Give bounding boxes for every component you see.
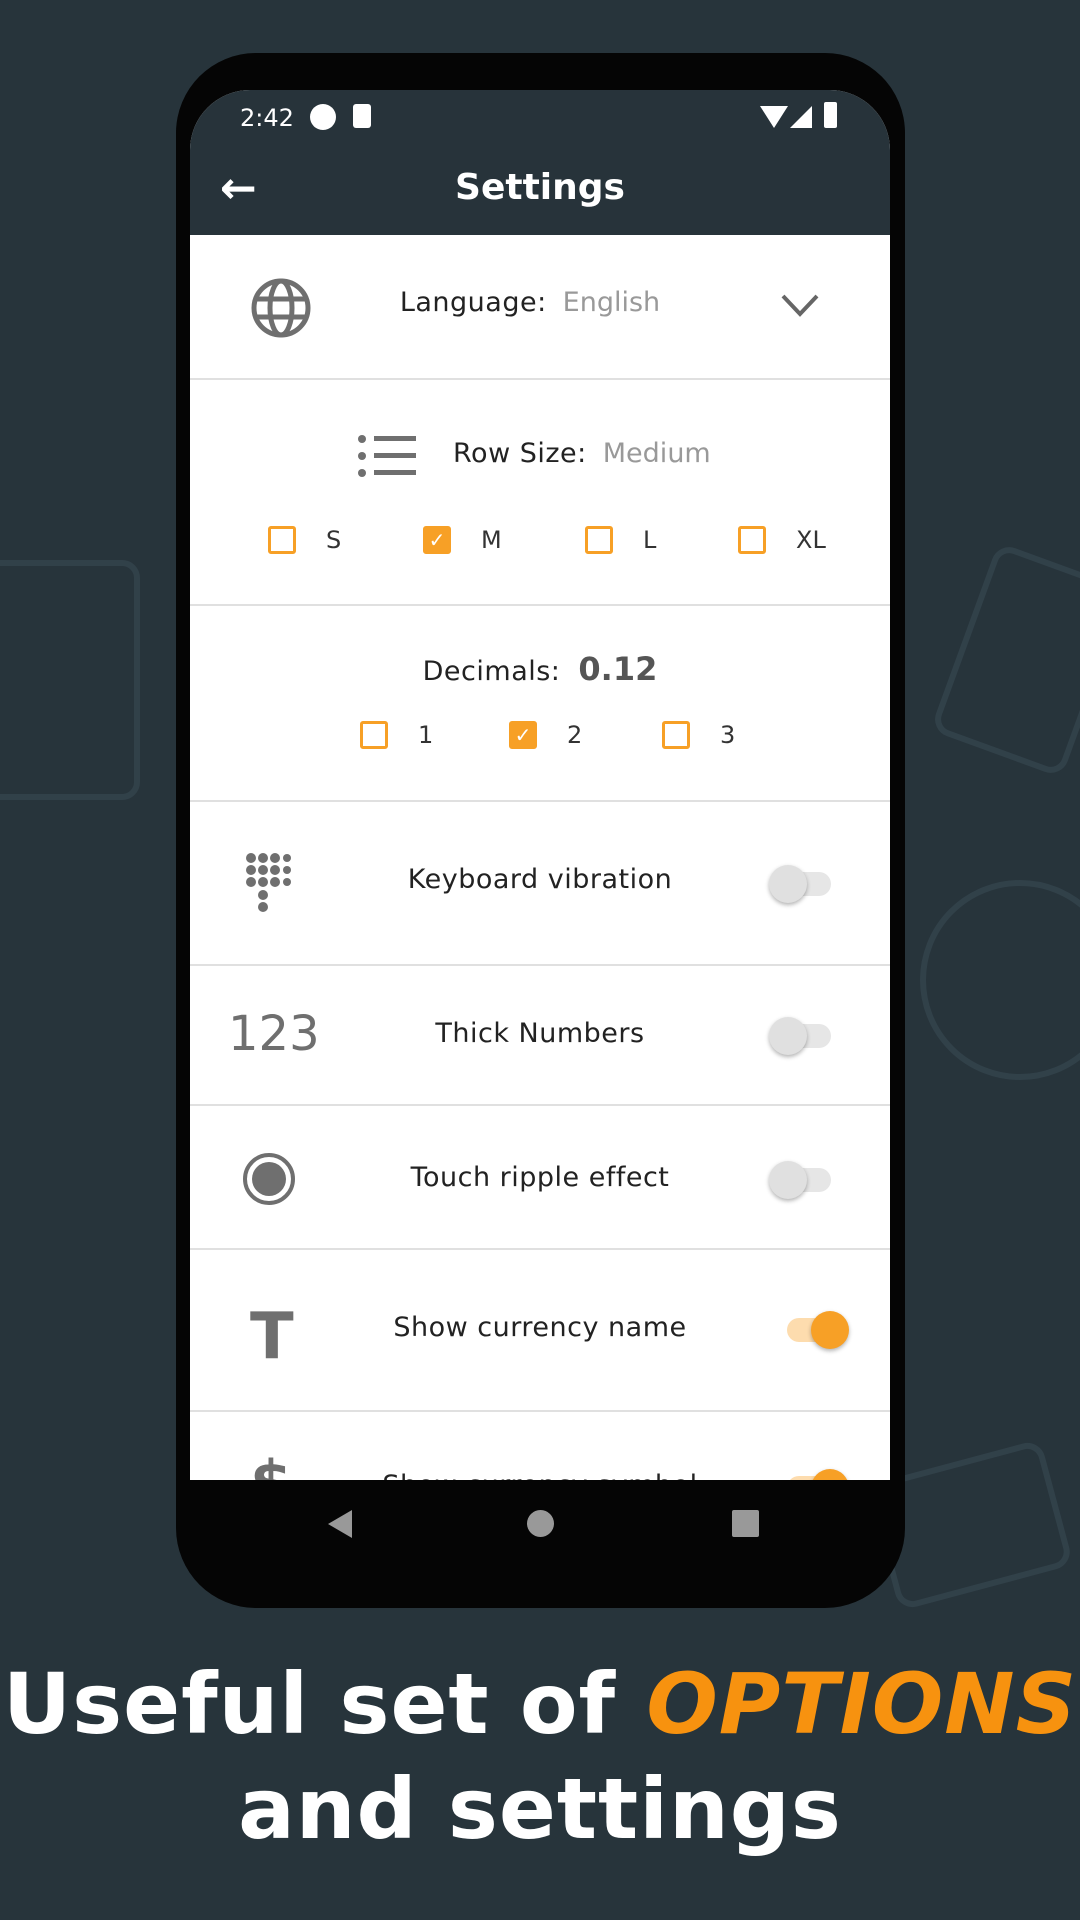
row-size-option-s[interactable]: S xyxy=(268,526,341,554)
decimals-option-3[interactable]: 3 xyxy=(662,721,735,749)
toggle-label: Show currency name xyxy=(393,1312,687,1343)
background-doodle xyxy=(0,560,140,800)
nav-back-icon[interactable] xyxy=(328,1510,352,1538)
language-label: Language: xyxy=(399,287,547,318)
decimals-label: Decimals: xyxy=(422,656,561,687)
option-label: M xyxy=(481,526,502,554)
row-size-row: Row Size: Medium S ✓ M L XL xyxy=(190,380,890,606)
show-currency-name-row[interactable]: T Show currency name xyxy=(190,1250,890,1412)
option-label: XL xyxy=(796,526,826,554)
page-title: Settings xyxy=(455,167,625,208)
thick-numbers-row[interactable]: 123 Thick Numbers xyxy=(190,966,890,1106)
caption-line-1: Useful set of OPTIONS xyxy=(0,1655,1080,1753)
checkbox[interactable] xyxy=(585,526,613,554)
decimals-option-2[interactable]: ✓ 2 xyxy=(509,721,582,749)
checkbox-checked[interactable]: ✓ xyxy=(509,721,537,749)
checkbox[interactable] xyxy=(360,721,388,749)
navigation-bar xyxy=(190,1480,890,1570)
status-bar: 2:42 xyxy=(190,90,890,145)
decimals-value: 0.12 xyxy=(578,650,658,688)
decimals-row: Decimals: 0.12 1 ✓ 2 3 xyxy=(190,606,890,802)
checkbox[interactable] xyxy=(268,526,296,554)
row-size-option-xl[interactable]: XL xyxy=(738,526,826,554)
nav-recents-icon[interactable] xyxy=(732,1510,759,1537)
wifi-icon xyxy=(760,106,788,128)
checkbox-checked[interactable]: ✓ xyxy=(423,526,451,554)
phone-frame: 2:42 ← Settings Language: English Row Siz… xyxy=(176,53,905,1608)
option-label: 1 xyxy=(418,721,434,749)
keyboard-vibration-row[interactable]: Keyboard vibration xyxy=(190,802,890,966)
battery-icon xyxy=(824,102,837,128)
status-time: 2:42 xyxy=(240,104,294,132)
checkbox[interactable] xyxy=(662,721,690,749)
chevron-down-icon[interactable] xyxy=(780,293,820,319)
signal-icon xyxy=(790,106,812,128)
row-size-label: Row Size: xyxy=(453,438,587,469)
background-doodle xyxy=(920,880,1080,1080)
caption-text: Useful set of xyxy=(2,1655,647,1753)
app-screen: 2:42 ← Settings Language: English Row Siz… xyxy=(190,90,890,1480)
caption-line-2: and settings xyxy=(238,1760,842,1858)
checkbox[interactable] xyxy=(738,526,766,554)
decimals-option-1[interactable]: 1 xyxy=(360,721,433,749)
show-currency-name-toggle[interactable] xyxy=(787,1311,849,1349)
keyboard-vibration-toggle[interactable] xyxy=(769,865,831,903)
caption-accent: OPTIONS xyxy=(646,1655,1078,1753)
language-value: English xyxy=(562,287,661,318)
app-bar: ← Settings xyxy=(190,145,890,235)
toggle-label: Show currency symbol xyxy=(190,1470,890,1480)
nav-home-icon[interactable] xyxy=(527,1510,554,1537)
language-row[interactable]: Language: English xyxy=(190,235,890,380)
touch-ripple-row[interactable]: Touch ripple effect xyxy=(190,1106,890,1250)
thick-numbers-toggle[interactable] xyxy=(769,1017,831,1055)
option-label: L xyxy=(643,526,657,554)
row-size-value: Medium xyxy=(602,438,711,469)
show-currency-symbol-row[interactable]: $ Show currency symbol xyxy=(190,1412,890,1480)
option-label: 2 xyxy=(567,721,583,749)
background-doodle xyxy=(930,542,1080,778)
notification-icon xyxy=(310,104,336,130)
list-icon xyxy=(358,435,416,477)
option-label: 3 xyxy=(720,721,736,749)
row-size-option-l[interactable]: L xyxy=(585,526,656,554)
sd-card-icon xyxy=(353,104,371,128)
row-size-option-m[interactable]: ✓ M xyxy=(423,526,502,554)
touch-ripple-toggle[interactable] xyxy=(769,1161,831,1199)
option-label: S xyxy=(326,526,342,554)
